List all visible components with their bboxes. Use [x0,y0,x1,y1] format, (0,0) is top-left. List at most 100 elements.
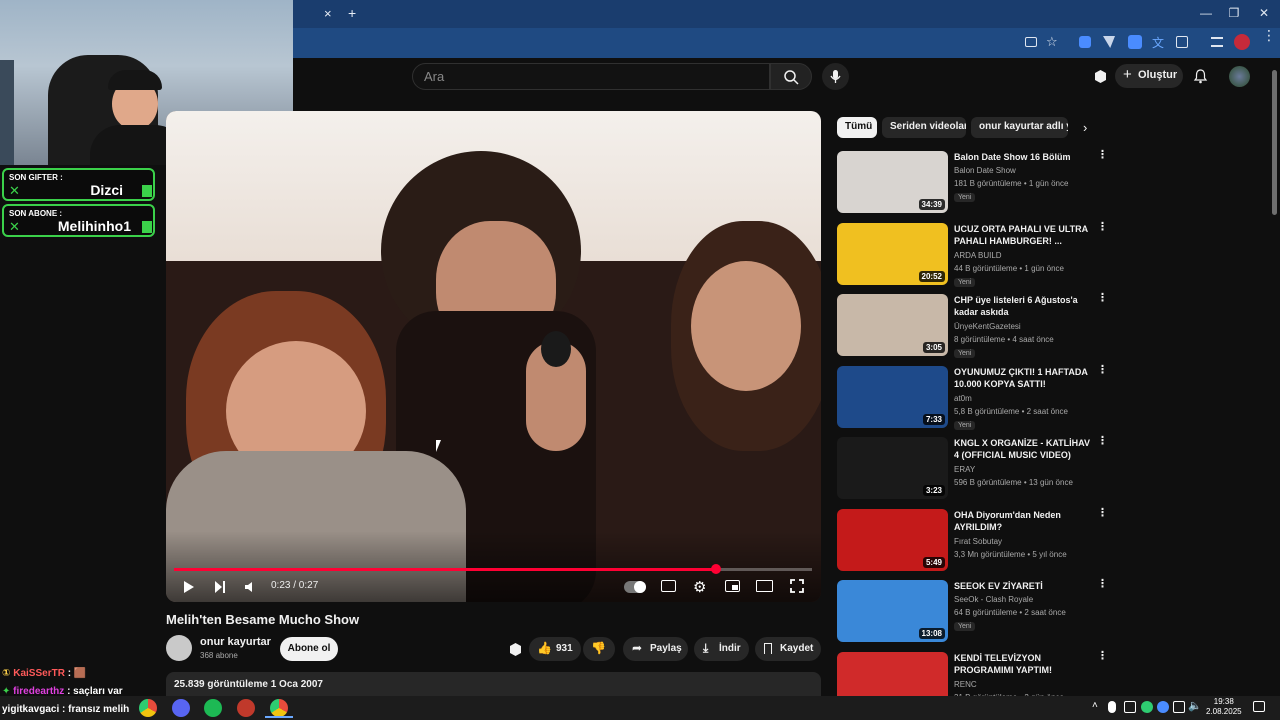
video-thumbnail[interactable]: 20:52 [837,223,948,285]
video-thumbnail[interactable]: 3:05 [837,294,948,356]
more-actions-icon[interactable]: ⋮ [1097,651,1108,662]
related-video-channel[interactable]: ERAY [954,465,975,474]
related-video-channel[interactable]: ÜnyeKentGazetesi [954,322,1021,331]
app-icon[interactable] [237,699,255,717]
related-video-channel[interactable]: RENC [954,680,977,689]
chip-all[interactable]: Tümü [837,117,877,138]
studio-icon[interactable] [1093,69,1108,84]
miniplayer-icon[interactable] [725,580,740,592]
extension-badge-icon[interactable] [1128,35,1142,49]
cast-icon[interactable] [1025,37,1037,47]
network-icon[interactable] [1173,701,1185,713]
tray-chevron-icon[interactable]: ˄ [1092,700,1098,711]
maximize-button[interactable]: ❐ [1224,6,1244,22]
autoplay-toggle[interactable] [624,581,646,593]
related-video-card[interactable]: 7:33 OYUNUMUZ ÇIKTI! 1 HAFTADA 10.000 KOP… [837,365,1108,430]
more-actions-icon[interactable]: ⋮ [1097,436,1108,447]
chips-next-chevron-icon[interactable]: › [1083,120,1087,135]
window-close-button[interactable]: ✕ [1254,6,1274,22]
related-video-card[interactable]: 13:08 SEEOK EV ZİYARETİ SeeOk - Clash Roya… [837,579,1108,644]
description-box[interactable]: 25.839 görüntüleme 1 Oca 2007 [166,672,821,698]
minimize-button[interactable]: — [1196,6,1216,22]
channel-name[interactable]: onur kayurtar [200,636,271,648]
more-actions-icon[interactable]: ⋮ [1097,579,1108,590]
fullscreen-icon[interactable] [790,579,804,593]
notification-center-icon[interactable] [1253,701,1265,712]
save-button[interactable]: Kaydet [755,637,821,661]
related-video-channel[interactable]: ARDA BUILD [954,251,1002,260]
extension-filter-icon[interactable] [1103,36,1115,48]
related-video-card[interactable]: 3:05 CHP üye listeleri 6 Ağustos'a kadar … [837,293,1108,358]
discord-icon[interactable] [172,699,190,717]
related-video-channel[interactable]: Balon Date Show [954,166,1016,175]
theater-mode-icon[interactable] [756,580,773,592]
next-button[interactable] [214,580,226,594]
related-video-title[interactable]: OHA Diyorum'dan Neden AYRILDIM? [954,509,1092,533]
related-video-title[interactable]: Balon Date Show 16 Bölüm [954,151,1092,163]
extensions-puzzle-icon[interactable] [1176,36,1188,48]
voice-search-button[interactable] [822,63,849,90]
profile-avatar[interactable] [1234,34,1250,50]
page-scrollbar[interactable] [1272,70,1277,215]
related-video-title[interactable]: UCUZ ORTA PAHALI VE ULTRA PAHALI HAMBURG… [954,223,1092,247]
speaker-icon[interactable]: 🔈 [1188,699,1202,712]
video-thumbnail[interactable]: 7:33 [837,366,948,428]
browser-menu-icon[interactable]: ⋮ [1262,28,1276,42]
related-video-title[interactable]: OYUNUMUZ ÇIKTI! 1 HAFTADA 10.000 KOPYA S… [954,366,1092,390]
more-actions-icon[interactable]: ⋮ [1097,293,1108,304]
channel-avatar[interactable] [166,635,192,661]
translate-icon[interactable]: 文 [1152,34,1164,51]
notifications-bell-icon[interactable] [1193,68,1208,84]
progress-scrubber[interactable] [711,564,721,574]
video-thumbnail[interactable]: 13:08 [837,580,948,642]
related-video-card[interactable]: 34:39 Balon Date Show 16 Bölüm Balon Date … [837,150,1108,215]
related-video-title[interactable]: KENDİ TELEVİZYON PROGRAMIMI YAPTIM! [954,652,1092,676]
related-video-card[interactable]: 20:52 UCUZ ORTA PAHALI VE ULTRA PAHALI HA… [837,222,1108,287]
related-video-title[interactable]: KNGL X ORGANİZE - KATLİHAV 4 (OFFICIAL M… [954,437,1092,461]
chip-channel-uploads[interactable]: onur kayurtar adlı yük [971,117,1068,138]
related-video-title[interactable]: SEEOK EV ZİYARETİ [954,580,1092,592]
related-video-card[interactable]: 3:23 KNGL X ORGANİZE - KATLİHAV 4 (OFFICI… [837,436,1108,501]
like-button[interactable]: 👍 931 [529,637,581,661]
video-player[interactable] [166,111,821,602]
download-button[interactable]: ⤓ İndir [694,637,749,661]
account-avatar[interactable] [1229,66,1250,87]
share-button[interactable]: ➦ Paylaş [623,637,688,661]
create-button[interactable]: + Oluştur [1115,64,1183,88]
related-video-channel[interactable]: Fırat Sobutay [954,537,1002,546]
subscribe-button[interactable]: Abone ol [280,637,338,661]
video-thumbnail[interactable]: 34:39 [837,151,948,213]
volume-button[interactable] [244,580,256,594]
dislike-button[interactable]: 👎 [583,637,615,661]
play-button[interactable] [183,580,195,594]
related-video-title[interactable]: CHP üye listeleri 6 Ağustos'a kadar askı… [954,294,1092,318]
chrome-icon[interactable] [139,699,157,717]
spotify-icon[interactable] [204,699,222,717]
related-video-channel[interactable]: at0m [954,394,972,403]
bookmark-star-icon[interactable]: ☆ [1046,34,1058,50]
reading-list-icon[interactable] [1211,37,1223,47]
related-video-card[interactable]: 5:49 OHA Diyorum'dan Neden AYRILDIM? Fırat… [837,508,1108,573]
more-actions-icon[interactable]: ⋮ [1097,222,1108,233]
tray-mic-icon[interactable] [1108,701,1116,713]
search-button[interactable] [770,63,812,90]
tab-close-button[interactable]: × [324,6,332,21]
more-actions-icon[interactable]: ⋮ [1097,508,1108,519]
subtitles-icon[interactable] [661,580,676,592]
more-actions-icon[interactable]: ⋮ [1097,365,1108,376]
chrome-active-icon[interactable] [270,699,288,717]
settings-gear-icon[interactable]: ⚙ [693,578,706,596]
extension-icon[interactable] [1079,36,1091,48]
video-thumbnail[interactable]: 3:23 [837,437,948,499]
system-clock[interactable]: 19:38 2.08.2025 [1206,697,1242,717]
tray-app-icon[interactable] [1124,701,1136,713]
video-thumbnail[interactable]: 5:49 [837,509,948,571]
more-actions-icon[interactable]: ⋮ [1097,150,1108,161]
hype-icon[interactable] [508,642,523,657]
new-tab-button[interactable]: + [348,5,356,21]
tray-cloud-icon[interactable] [1157,701,1169,713]
chip-series-videos[interactable]: Seriden videolar [882,117,966,138]
tray-status-icon[interactable] [1141,701,1153,713]
related-video-channel[interactable]: SeeOk - Clash Royale [954,595,1033,604]
search-input[interactable]: Ara [412,63,770,90]
